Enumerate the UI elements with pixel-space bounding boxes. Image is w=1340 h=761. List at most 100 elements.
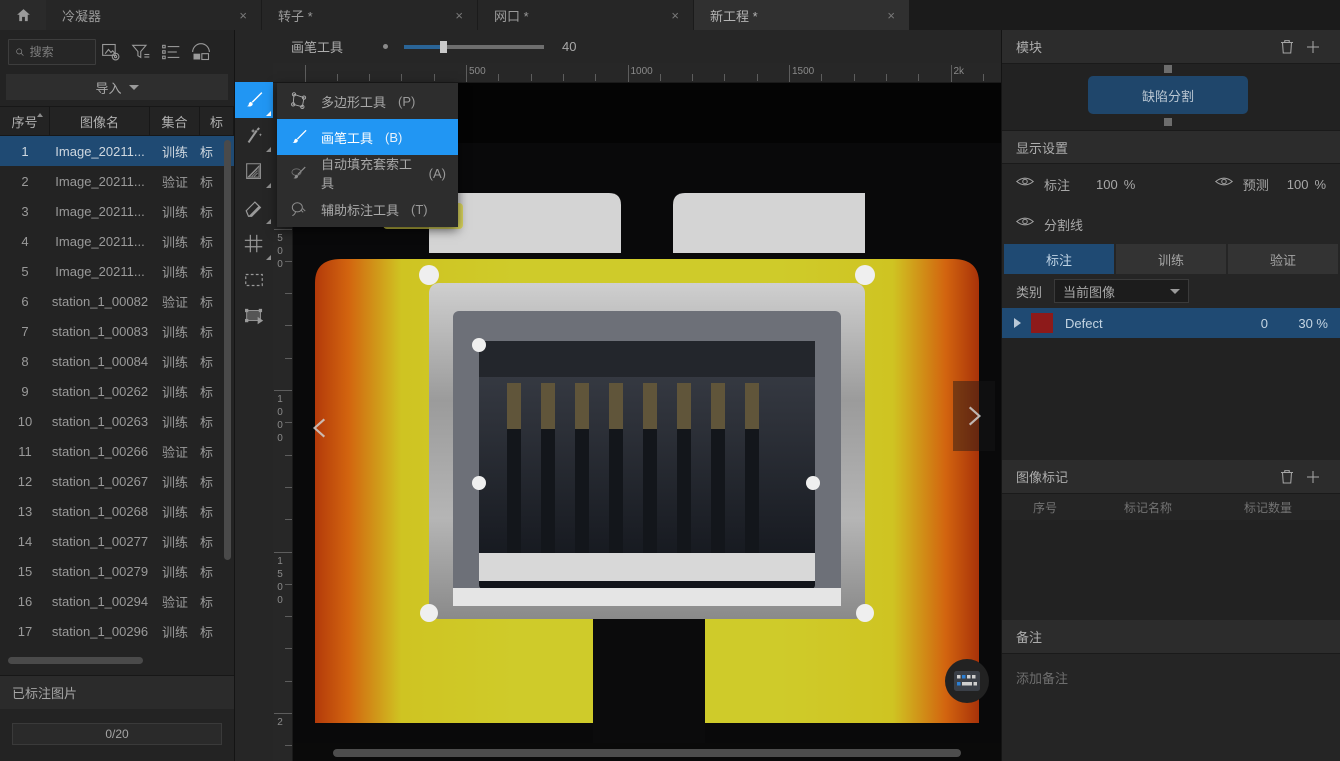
menu-item-autofill-lasso-tool[interactable]: 自动填充套索工具 (A) [277, 155, 458, 191]
next-image-button[interactable] [953, 381, 995, 451]
marks-list-empty-area [1002, 520, 1340, 620]
ruler-label: 2k [953, 66, 965, 77]
split-line-visibility-toggle[interactable] [1015, 215, 1035, 233]
class-row-defect[interactable]: Defect 0 30 % [1002, 308, 1340, 338]
expand-triangle-icon[interactable] [1014, 318, 1021, 328]
tool-grid[interactable] [235, 226, 273, 262]
annotation-visibility-toggle[interactable] [1015, 175, 1035, 193]
module-output-port[interactable] [1164, 118, 1172, 126]
keyboard-shortcuts-button[interactable] [945, 659, 989, 703]
notes-input[interactable]: 添加备注 [1002, 654, 1340, 701]
prediction-visibility-toggle[interactable] [1214, 175, 1233, 193]
tab-training[interactable]: 训练 [1116, 244, 1226, 274]
table-row[interactable]: 17 station_1_00296 训练标 [0, 616, 234, 646]
row-index: 11 [18, 443, 32, 459]
tab-2[interactable]: 网口 * × [478, 0, 694, 30]
tool-transform[interactable] [235, 298, 273, 334]
ruler-tick [918, 74, 920, 81]
menu-item-brush-tool[interactable]: 画笔工具 (B) [277, 119, 458, 155]
list-vertical-scrollbar[interactable] [224, 140, 231, 560]
row-tag: 标 [200, 564, 214, 580]
tab-annotation[interactable]: 标注 [1004, 244, 1114, 274]
table-row[interactable]: 3 Image_20211... 训练标 [0, 196, 234, 226]
home-button[interactable] [0, 0, 46, 30]
labeled-images-title: 已标注图片 [12, 686, 78, 701]
table-row[interactable]: 14 station_1_00277 训练标 [0, 526, 234, 556]
add-mark-button[interactable] [1300, 464, 1326, 490]
column-header-set[interactable]: 集合 [150, 106, 200, 136]
table-row[interactable]: 12 station_1_00267 训练标 [0, 466, 234, 496]
eye-icon [1015, 177, 1035, 186]
menu-item-label: 画笔工具 [321, 130, 374, 146]
table-row[interactable]: 11 station_1_00266 验证标 [0, 436, 234, 466]
tool-marquee-select[interactable] [235, 262, 273, 298]
tab-close-icon[interactable]: × [671, 9, 679, 22]
search-input[interactable] [29, 45, 89, 59]
filter-button[interactable] [126, 37, 156, 67]
table-row[interactable]: 10 station_1_00263 训练标 [0, 406, 234, 436]
column-header-name[interactable]: 图像名 [50, 106, 150, 136]
table-row[interactable]: 5 Image_20211... 训练标 [0, 256, 234, 286]
row-index: 1 [21, 143, 29, 159]
eye-icon [1214, 177, 1233, 186]
row-set: 训练 [161, 144, 188, 160]
tab-0[interactable]: 冷凝器 × [46, 0, 262, 30]
class-color-swatch[interactable] [1031, 313, 1053, 333]
previous-image-button[interactable] [299, 393, 341, 463]
table-row[interactable]: 4 Image_20211... 训练标 [0, 226, 234, 256]
annotation-opacity-value[interactable]: 100 [1096, 177, 1118, 192]
list-horizontal-scrollbar[interactable] [8, 657, 143, 664]
tool-brush[interactable] [235, 82, 273, 118]
table-row[interactable]: 9 station_1_00262 训练标 [0, 376, 234, 406]
canvas-horizontal-scrollbar[interactable] [333, 749, 961, 757]
menu-item-polygon-tool[interactable]: 多边形工具 (P) [277, 83, 458, 119]
table-row[interactable]: 13 station_1_00268 训练标 [0, 496, 234, 526]
image-settings-button[interactable] [96, 37, 126, 67]
tool-fill-shape[interactable] [235, 154, 273, 190]
column-header-index[interactable]: 序号 [0, 106, 50, 136]
table-row[interactable]: 7 station_1_00083 训练标 [0, 316, 234, 346]
module-input-port[interactable] [1164, 65, 1172, 73]
row-index: 3 [21, 203, 29, 219]
menu-item-assist-annotate-tool[interactable]: 辅助标注工具 (T) [277, 191, 458, 227]
tool-dropdown-menu[interactable]: 多边形工具 (P) 画笔工具 (B) 自动填充套索工具 (A) 辅助标注工具 (… [277, 83, 458, 227]
ruler-tick [885, 74, 887, 81]
table-row[interactable]: 16 station_1_00294 验证标 [0, 586, 234, 616]
module-graph[interactable]: 缺陷分割 [1002, 64, 1340, 130]
prediction-opacity-value[interactable]: 100 [1287, 177, 1309, 192]
row-index: 7 [21, 323, 29, 339]
table-row[interactable]: 8 station_1_00084 训练标 [0, 346, 234, 376]
table-row[interactable]: 1 Image_20211... 训练标 [0, 136, 234, 166]
brush-size-slider[interactable] [404, 40, 544, 53]
tool-magic-wand[interactable] [235, 118, 273, 154]
table-row[interactable]: 2 Image_20211... 验证标 [0, 166, 234, 196]
class-scope-select[interactable]: 当前图像 [1054, 279, 1190, 303]
row-set: 训练 [161, 234, 188, 250]
tab-validation[interactable]: 验证 [1228, 244, 1338, 274]
layout-toggle-button[interactable] [186, 37, 216, 67]
labeled-images-section[interactable]: 已标注图片 [0, 675, 234, 709]
tab-1[interactable]: 转子 * × [262, 0, 478, 30]
row-index: 10 [17, 413, 33, 429]
panel-layout-icon [192, 43, 210, 61]
delete-mark-button[interactable] [1274, 464, 1300, 490]
tab-close-icon[interactable]: × [455, 9, 463, 22]
column-label: 序号 [11, 114, 38, 130]
image-list[interactable]: 1 Image_20211... 训练标 2 Image_20211... 验证标 3 Ima… [0, 136, 234, 666]
module-node-defect-segmentation[interactable]: 缺陷分割 [1088, 76, 1248, 114]
tab-close-icon[interactable]: × [887, 9, 895, 22]
slider-handle[interactable] [440, 40, 447, 53]
column-header-tag[interactable]: 标 [200, 106, 234, 136]
add-module-button[interactable] [1300, 34, 1326, 60]
list-view-button[interactable] [156, 37, 186, 67]
import-button[interactable]: 导入 [6, 74, 228, 100]
tab-close-icon[interactable]: × [239, 9, 247, 22]
ruler-tick [530, 74, 532, 81]
table-row[interactable]: 6 station_1_00082 验证标 [0, 286, 234, 316]
tool-eraser[interactable] [235, 190, 273, 226]
delete-module-button[interactable] [1274, 34, 1300, 60]
search-box[interactable] [8, 39, 96, 65]
table-row[interactable]: 15 station_1_00279 训练标 [0, 556, 234, 586]
tab-3[interactable]: 新工程 * × [694, 0, 910, 30]
ruler-tick [498, 74, 500, 81]
